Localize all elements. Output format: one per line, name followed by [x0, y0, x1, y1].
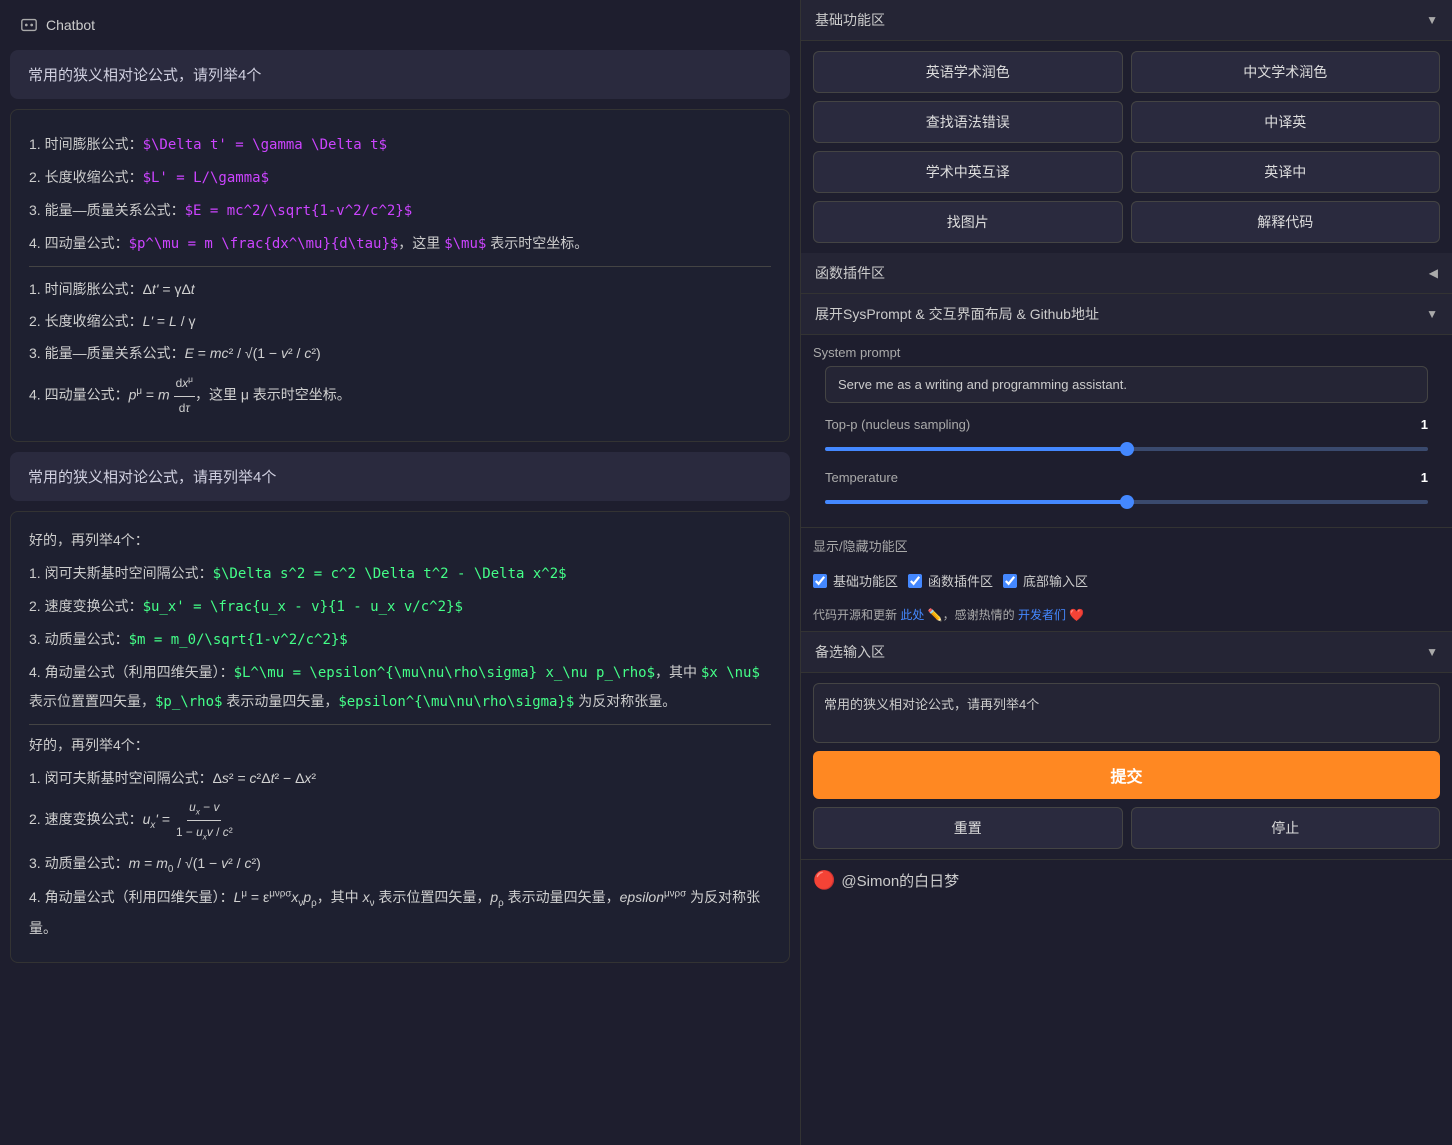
- alt-input-label: 备选输入区: [815, 642, 885, 662]
- plugin-section-toggle-icon: ◀: [1429, 266, 1438, 280]
- checkbox-bottom-label: 底部输入区: [1023, 571, 1088, 590]
- latex-line-3: 3. 能量—质量关系公式：$E = mc^2/\sqrt{1-v^2/c^2}$: [29, 196, 771, 225]
- checkbox-bottom[interactable]: 底部输入区: [1003, 571, 1088, 590]
- alt-input-textarea[interactable]: 常用的狭义相对论公式，请再列举4个: [813, 683, 1440, 743]
- credit-text-middle: ✏️，感谢热情的: [928, 608, 1015, 622]
- temperature-label: Temperature: [825, 470, 898, 485]
- stop-button[interactable]: 停止: [1131, 807, 1441, 849]
- ai-intro-2: 好的，再列举4个：: [29, 733, 771, 758]
- divider-1: [29, 266, 771, 267]
- user-message-1-text: 常用的狭义相对论公式，请列举4个: [28, 67, 261, 84]
- latex-line-4: 4. 四动量公式：$p^\mu = m \frac{dx^\mu}{d\tau}…: [29, 229, 771, 258]
- right-panel: 基础功能区 ▼ 英语学术润色 中文学术润色 查找语法错误 中译英 学术中英互译 …: [800, 0, 1452, 1145]
- system-prompt-value: Serve me as a writing and programming as…: [825, 366, 1428, 403]
- btn-explain-code[interactable]: 解释代码: [1131, 201, 1441, 243]
- top-p-slider[interactable]: [825, 447, 1428, 451]
- btn-grammar-check[interactable]: 查找语法错误: [813, 101, 1123, 143]
- latex-line-2: 2. 长度收缩公式：$L' = L/\gamma$: [29, 163, 771, 192]
- checkbox-basic-input[interactable]: [813, 574, 827, 588]
- checkbox-plugin-label: 函数插件区: [928, 571, 993, 590]
- rendered-line-3: 3. 能量—质量关系公式：E = mc² / √(1 − v² / c²): [29, 339, 771, 367]
- checkbox-plugin[interactable]: 函数插件区: [908, 571, 993, 590]
- latex-line-1: 1. 时间膨胀公式：$\Delta t' = \gamma \Delta t$: [29, 130, 771, 159]
- checkbox-plugin-input[interactable]: [908, 574, 922, 588]
- credit-heart: ❤️: [1069, 608, 1084, 622]
- btn-zh-to-en[interactable]: 中译英: [1131, 101, 1441, 143]
- temperature-slider-container: [813, 489, 1440, 517]
- ai-intro: 好的，再列举4个：: [29, 528, 771, 553]
- btn-en-to-zh[interactable]: 英译中: [1131, 151, 1441, 193]
- alt-input-toggle-icon: ▼: [1426, 645, 1438, 659]
- temperature-label-row: Temperature 1: [813, 464, 1440, 489]
- btn-find-image[interactable]: 找图片: [813, 201, 1123, 243]
- btn-chinese-polish[interactable]: 中文学术润色: [1131, 51, 1441, 93]
- top-p-label-row: Top-p (nucleus sampling) 1: [813, 411, 1440, 436]
- rendered2-line-2: 2. 速度变换公式：ux' = ux − v1 − uxv / c²: [29, 796, 771, 845]
- ai-message-2: 好的，再列举4个： 1. 闵可夫斯基时空间隔公式：$\Delta s^2 = c…: [10, 511, 790, 963]
- plugin-section-label: 函数插件区: [815, 263, 885, 283]
- checkbox-basic-label: 基础功能区: [833, 571, 898, 590]
- submit-button[interactable]: 提交: [813, 751, 1440, 799]
- temperature-value: 1: [1421, 470, 1428, 485]
- visibility-label: 显示/隐藏功能区: [801, 528, 1452, 563]
- sysprompt-content: System prompt Serve me as a writing and …: [801, 335, 1452, 527]
- rendered-line-4: 4. 四动量公式：pμ = m dxμdτ，这里 μ 表示时空坐标。: [29, 371, 771, 421]
- checkbox-basic[interactable]: 基础功能区: [813, 571, 898, 590]
- bottom-buttons: 重置 停止: [801, 807, 1452, 859]
- contributors-link[interactable]: 开发者们: [1018, 608, 1066, 622]
- chat-panel: Chatbot 常用的狭义相对论公式，请列举4个 1. 时间膨胀公式：$\Del…: [0, 0, 800, 1145]
- app-title: Chatbot: [46, 17, 95, 33]
- temperature-slider[interactable]: [825, 500, 1428, 504]
- title-bar: Chatbot: [10, 10, 790, 40]
- latex2-line-2: 2. 速度变换公式：$u_x' = \frac{u_x - v}{1 - u_x…: [29, 592, 771, 621]
- top-p-slider-container: [813, 436, 1440, 464]
- latex2-line-4: 4. 角动量公式（利用四维矢量）：$L^\mu = \epsilon^{\mu\…: [29, 658, 771, 716]
- watermark-text: @Simon的白日梦: [841, 870, 959, 891]
- basic-section-label: 基础功能区: [815, 10, 885, 30]
- system-prompt-label: System prompt: [813, 345, 1440, 360]
- latex2-line-1: 1. 闵可夫斯基时空间隔公式：$\Delta s^2 = c^2 \Delta …: [29, 559, 771, 588]
- rendered2-line-3: 3. 动质量公式：m = m0 / √(1 − v² / c²): [29, 849, 771, 879]
- user-message-2: 常用的狭义相对论公式，请再列举4个: [10, 452, 790, 501]
- plugin-section-header[interactable]: 函数插件区 ◀: [801, 253, 1452, 294]
- rendered-line-1: 1. 时间膨胀公式：Δt' = γΔt: [29, 275, 771, 303]
- top-p-label: Top-p (nucleus sampling): [825, 417, 970, 432]
- divider-2: [29, 724, 771, 725]
- ai-message-1: 1. 时间膨胀公式：$\Delta t' = \gamma \Delta t$ …: [10, 109, 790, 442]
- rendered2-line-1: 1. 闵可夫斯基时空间隔公式：Δs² = c²Δt² − Δx²: [29, 764, 771, 792]
- weibo-icon: 🔴: [813, 870, 835, 891]
- top-p-value: 1: [1421, 417, 1428, 432]
- checkbox-bottom-input[interactable]: [1003, 574, 1017, 588]
- basic-section-toggle-icon: ▼: [1426, 13, 1438, 27]
- sysprompt-section-label: 展开SysPrompt & 交互界面布局 & Github地址: [815, 304, 1099, 324]
- user-message-2-text: 常用的狭义相对论公式，请再列举4个: [28, 469, 276, 486]
- latex2-line-3: 3. 动质量公式：$m = m_0/\sqrt{1-v^2/c^2}$: [29, 625, 771, 654]
- watermark: 🔴 @Simon的白日梦: [801, 859, 1452, 901]
- chatbot-icon: [20, 16, 38, 34]
- basic-section-header[interactable]: 基础功能区 ▼: [801, 0, 1452, 41]
- rendered-line-2: 2. 长度收缩公式：L' = L / γ: [29, 307, 771, 335]
- reset-button[interactable]: 重置: [813, 807, 1123, 849]
- sysprompt-section-header[interactable]: 展开SysPrompt & 交互界面布局 & Github地址 ▼: [801, 294, 1452, 335]
- alt-input-section-header[interactable]: 备选输入区 ▼: [801, 631, 1452, 673]
- credit-text-before: 代码开源和更新: [813, 608, 897, 622]
- user-message-1: 常用的狭义相对论公式，请列举4个: [10, 50, 790, 99]
- credit-link[interactable]: 此处: [900, 608, 924, 622]
- btn-english-polish[interactable]: 英语学术润色: [813, 51, 1123, 93]
- sysprompt-section-toggle-icon: ▼: [1426, 307, 1438, 321]
- btn-academic-trans[interactable]: 学术中英互译: [813, 151, 1123, 193]
- rendered2-line-4: 4. 角动量公式（利用四维矢量）：Lμ = εμνρσxνpρ，其中 xν 表示…: [29, 883, 771, 941]
- basic-buttons-grid: 英语学术润色 中文学术润色 查找语法错误 中译英 学术中英互译 英译中 找图片 …: [801, 41, 1452, 253]
- visibility-checkboxes: 基础功能区 函数插件区 底部输入区: [801, 563, 1452, 598]
- credit-line: 代码开源和更新 此处 ✏️，感谢热情的 开发者们 ❤️: [801, 598, 1452, 631]
